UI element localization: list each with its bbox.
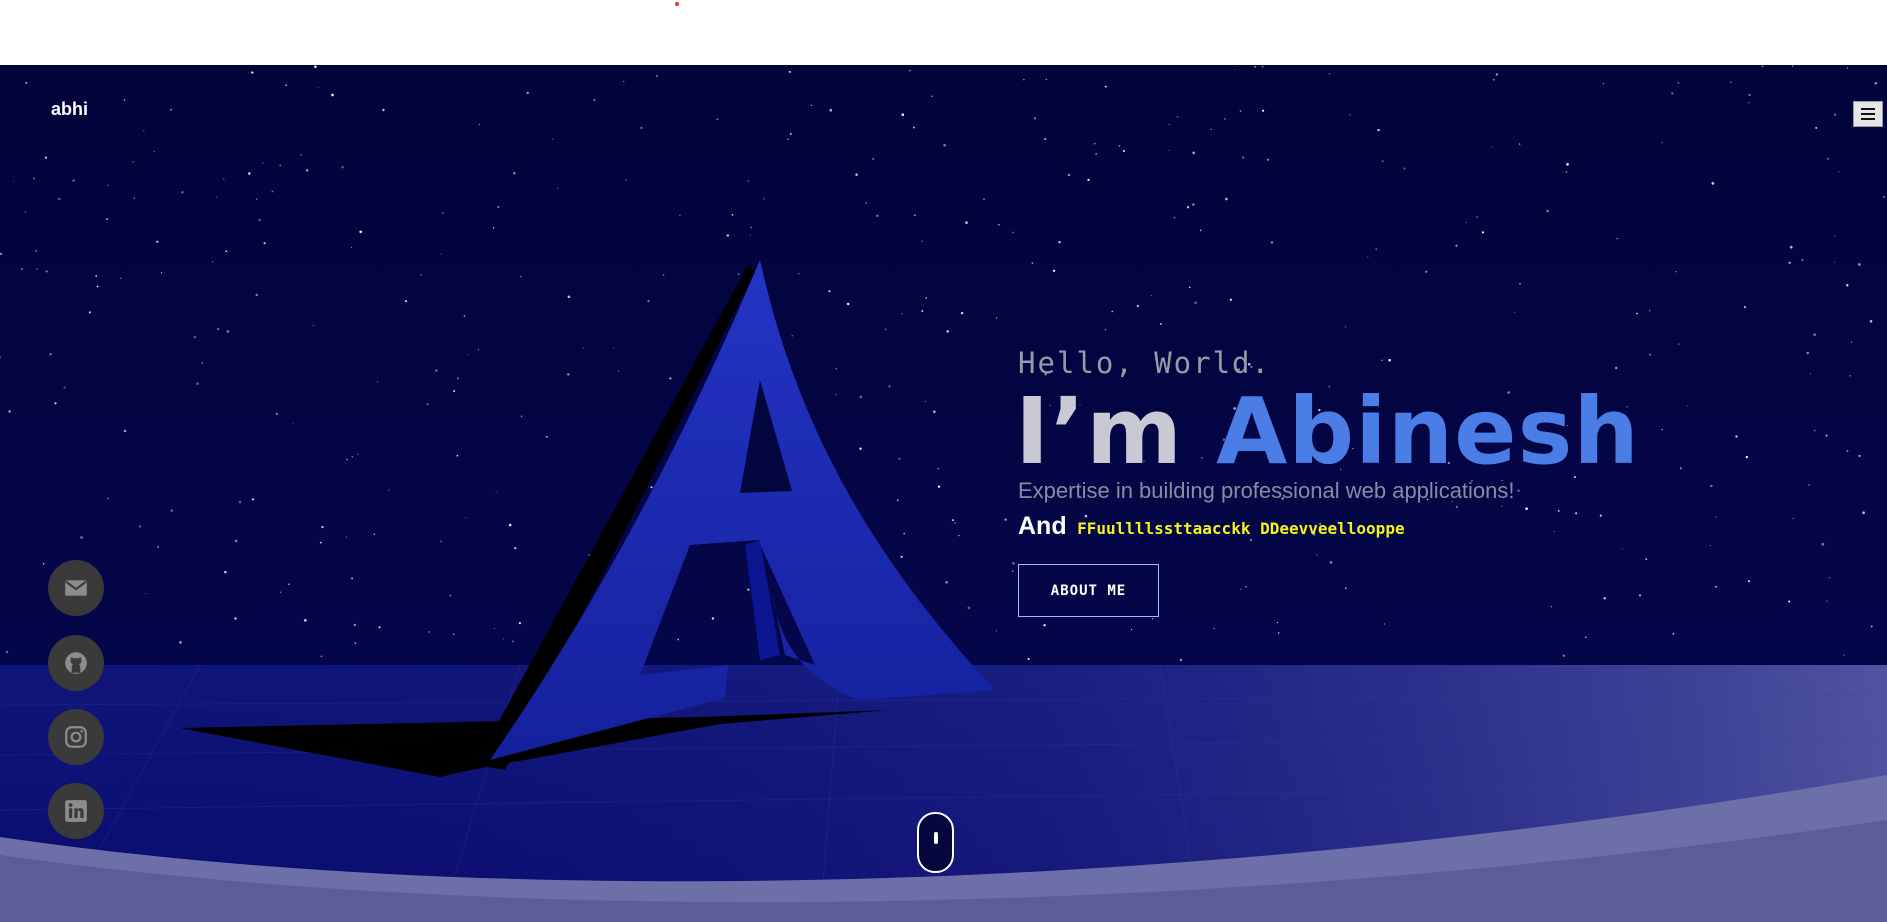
- headline-name: Abinesh: [1216, 378, 1640, 485]
- linkedin-link[interactable]: [48, 783, 104, 839]
- site-logo[interactable]: abhi: [51, 99, 88, 120]
- mouse-icon: [934, 832, 938, 844]
- role-text: FFuullllssttaacckk DDeevveellooppe: [1077, 519, 1405, 538]
- instagram-link[interactable]: [48, 709, 104, 765]
- hamburger-icon: [1861, 108, 1875, 110]
- about-me-button[interactable]: ABOUT ME: [1018, 564, 1159, 617]
- hero-scene: [0, 260, 1887, 922]
- linkedin-icon: [65, 800, 87, 822]
- hero-tagline: Expertise in building professional web a…: [1018, 478, 1515, 503]
- hero-section: abhi Hello, World. I’m Abinesh Expertise…: [0, 65, 1887, 922]
- menu-button[interactable]: [1853, 101, 1883, 127]
- email-icon: [65, 580, 87, 596]
- greeting-text: Hello, World.: [1018, 346, 1271, 380]
- github-link[interactable]: [48, 635, 104, 691]
- email-link[interactable]: [48, 560, 104, 616]
- and-label: And: [1018, 512, 1067, 540]
- hero-headline: I’m Abinesh: [1015, 386, 1640, 478]
- red-dot-decoration: [675, 2, 679, 6]
- github-icon: [65, 652, 87, 674]
- scroll-down-indicator[interactable]: [917, 812, 954, 873]
- role-line: And FFuullllssttaacckk DDeevveellooppe: [1018, 512, 1405, 541]
- headline-prefix: I’m: [1015, 378, 1217, 485]
- instagram-icon: [65, 726, 87, 748]
